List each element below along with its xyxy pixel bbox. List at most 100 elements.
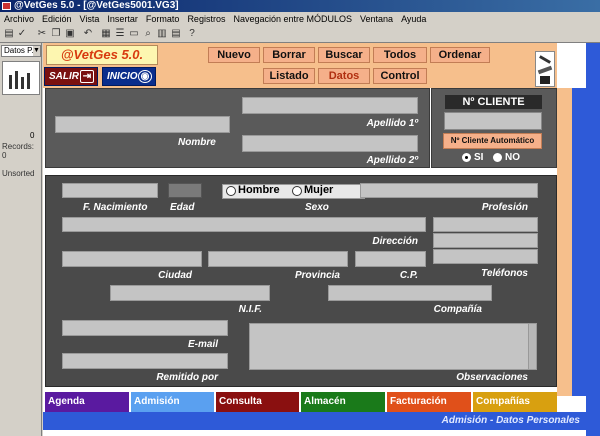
observaciones-label: Observaciones [456, 372, 528, 383]
compania-field[interactable] [328, 285, 492, 301]
mujer-radio[interactable] [292, 186, 302, 196]
no-label: NO [505, 152, 520, 163]
right-edge [586, 43, 600, 436]
profesion-label: Profesión [481, 202, 528, 213]
module-tabbar: Agenda Admisión Consulta Almacén Factura… [43, 392, 557, 412]
app-icon [2, 2, 11, 10]
status-bar: Admisión - Datos Personales [43, 412, 586, 430]
tab-consulta[interactable]: Consulta [214, 392, 299, 412]
layout-dropdown[interactable]: Datos P... ▼ [1, 45, 41, 57]
cp-field[interactable] [355, 251, 426, 267]
f-nacimiento-label: F. Nacimiento [83, 202, 148, 213]
print-icon[interactable]: ▤ [3, 28, 15, 40]
edad-field [168, 183, 202, 198]
borrar-button[interactable]: Borrar [263, 47, 315, 63]
menu-ayuda[interactable]: Ayuda [401, 12, 426, 26]
menu-registros[interactable]: Registros [187, 12, 225, 26]
hombre-label: Hombre [238, 184, 280, 196]
tab-companias[interactable]: Compañías [471, 392, 557, 412]
hombre-radio[interactable] [226, 186, 236, 196]
grid-icon[interactable]: ▦ [100, 28, 112, 40]
copy-icon[interactable]: ❐ [50, 28, 62, 40]
cut-icon[interactable]: ✂ [36, 28, 48, 40]
apellido1-field[interactable] [242, 97, 418, 114]
menu-formato[interactable]: Formato [146, 12, 180, 26]
salir-label: SALIR [49, 71, 79, 82]
cliente-title: Nº CLIENTE [445, 95, 542, 109]
buscar-button[interactable]: Buscar [318, 47, 370, 63]
email-field[interactable] [62, 320, 228, 336]
nuevo-button[interactable]: Nuevo [208, 47, 260, 63]
observaciones-scrollbar[interactable] [528, 324, 536, 369]
telefono2-field[interactable] [433, 233, 538, 248]
salir-button[interactable]: SALIR ⇥ [44, 67, 98, 86]
menu-ventana[interactable]: Ventana [360, 12, 393, 26]
apellido2-label: Apellido 2º [366, 155, 418, 166]
chevron-down-icon: ▼ [33, 46, 40, 56]
tab-facturacion[interactable]: Facturación [385, 392, 471, 412]
email-label: E-mail [187, 339, 218, 350]
list-icon[interactable]: ☰ [114, 28, 126, 40]
bottom-fill [43, 430, 586, 436]
layout2-icon[interactable]: ▤ [170, 28, 182, 40]
nif-label: N.I.F. [238, 304, 262, 315]
menu-navegacion[interactable]: Navegación entre MÓDULOS [233, 12, 352, 26]
record-number: 0 [30, 131, 35, 140]
home-icon: ◉ [138, 70, 152, 83]
provincia-field[interactable] [208, 251, 348, 267]
exit-icon: ⇥ [80, 70, 94, 83]
direccion-field[interactable] [62, 217, 426, 232]
check-icon[interactable]: ✓ [16, 28, 28, 40]
no-radio[interactable] [493, 153, 502, 162]
tab-admision[interactable]: Admisión [129, 392, 214, 412]
ordenar-button[interactable]: Ordenar [430, 47, 490, 63]
toolbar: ▤ ✓ ✂ ❐ ▣ ↶ ▦ ☰ ▭ ⌕ ▥ ▤ ? [0, 26, 600, 43]
menubar: Archivo Edición Vista Insertar Formato R… [0, 12, 600, 26]
sort-status: Unsorted [2, 169, 35, 178]
listado-button[interactable]: Listado [263, 68, 315, 84]
paste-icon[interactable]: ▣ [64, 28, 76, 40]
menu-archivo[interactable]: Archivo [4, 12, 34, 26]
telefono1-field[interactable] [433, 217, 538, 232]
nif-field[interactable] [110, 285, 270, 301]
menu-edicion[interactable]: Edición [42, 12, 72, 26]
telefono3-field[interactable] [433, 249, 538, 264]
menu-vista[interactable]: Vista [80, 12, 100, 26]
ciudad-field[interactable] [62, 251, 202, 267]
help-icon[interactable]: ? [186, 28, 198, 40]
compania-label: Compañía [433, 304, 482, 315]
window-title: @VetGes 5.0 - [@VetGes5001.VG3] [14, 0, 179, 11]
nombre-field[interactable] [55, 116, 230, 133]
profesion-field[interactable] [360, 183, 538, 198]
book-icon[interactable] [2, 61, 40, 95]
datos-button[interactable]: Datos [318, 68, 370, 84]
window-icon[interactable]: ▭ [128, 28, 140, 40]
remitido-label: Remitido por [156, 372, 218, 383]
control-button[interactable]: Control [373, 68, 427, 84]
right-blue-strip [572, 88, 586, 396]
right-strip [557, 88, 572, 396]
cliente-number-field[interactable] [444, 112, 542, 130]
inicio-button[interactable]: INICIO ◉ [102, 67, 156, 86]
todos-button[interactable]: Todos [373, 47, 427, 63]
menu-insertar[interactable]: Insertar [107, 12, 138, 26]
direccion-label: Dirección [372, 236, 418, 247]
si-radio[interactable] [462, 153, 471, 162]
ciudad-label: Ciudad [158, 270, 192, 281]
search-icon[interactable]: ⌕ [142, 28, 154, 40]
nombre-label: Nombre [178, 137, 216, 148]
apellido2-field[interactable] [242, 135, 418, 152]
undo-icon[interactable]: ↶ [82, 28, 94, 40]
layout-icon[interactable]: ▥ [156, 28, 168, 40]
tab-almacen[interactable]: Almacén [299, 392, 385, 412]
tab-agenda[interactable]: Agenda [43, 392, 129, 412]
sexo-label: Sexo [305, 202, 329, 213]
window-titlebar: @VetGes 5.0 - [@VetGes5001.VG3] [0, 0, 600, 12]
app-logo: @VetGes 5.0. [46, 45, 158, 65]
cliente-auto-button[interactable]: Nº Cliente Automático [443, 133, 542, 149]
observaciones-field[interactable] [249, 323, 537, 370]
remitido-field[interactable] [62, 353, 228, 369]
cp-label: C.P. [399, 270, 418, 281]
f-nacimiento-field[interactable] [62, 183, 158, 198]
records-value: 0 [2, 151, 7, 160]
